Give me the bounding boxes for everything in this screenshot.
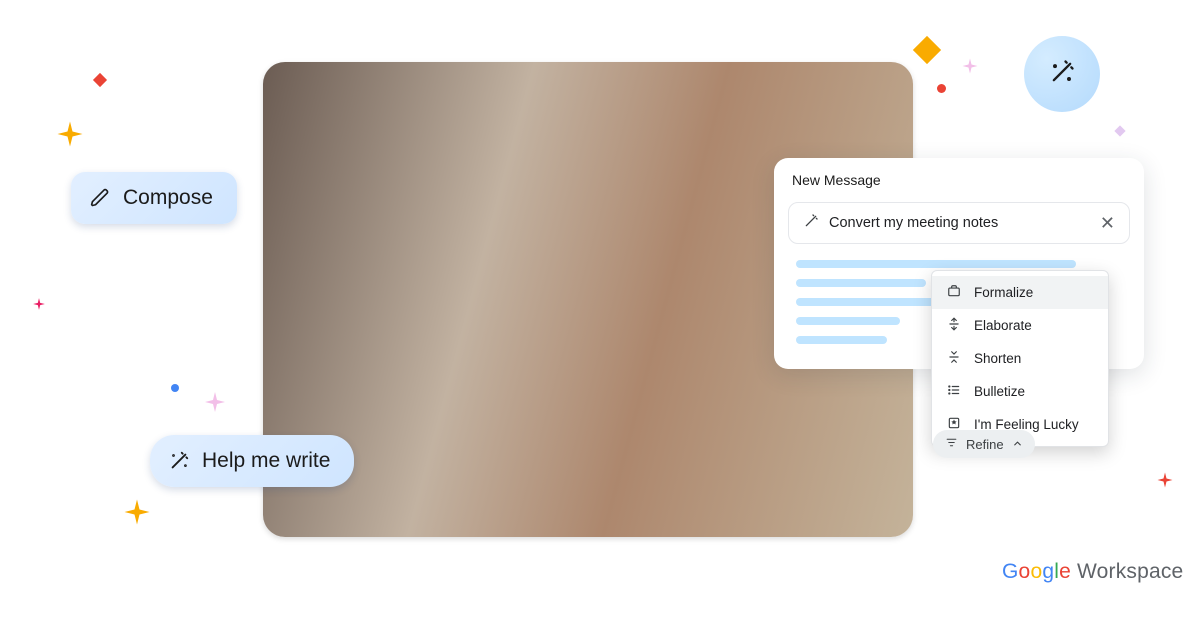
magic-wand-icon: [803, 213, 819, 233]
pencil-icon: [89, 187, 111, 209]
close-icon[interactable]: ✕: [1100, 214, 1115, 232]
magic-circle: [1024, 36, 1100, 112]
expand-icon: [946, 317, 962, 334]
panel-title: New Message: [774, 158, 1144, 196]
decorative-diamond: [1114, 125, 1125, 136]
prompt-input[interactable]: Convert my meeting notes ✕: [788, 202, 1130, 244]
filter-icon: [945, 436, 958, 452]
magic-wand-icon: [168, 450, 190, 472]
menu-item-bulletize[interactable]: Bulletize: [932, 375, 1108, 408]
briefcase-icon: [946, 284, 962, 301]
decorative-diamond: [913, 36, 941, 64]
menu-item-elaborate[interactable]: Elaborate: [932, 309, 1108, 342]
menu-item-label: Shorten: [974, 351, 1021, 366]
chevron-up-icon: [1012, 437, 1023, 452]
sparkle-icon: [961, 57, 979, 75]
sparkle-icon: [203, 390, 227, 414]
decorative-dot: [171, 384, 179, 392]
help-me-write-button[interactable]: Help me write: [150, 435, 354, 487]
decorative-diamond: [93, 73, 107, 87]
menu-item-label: Formalize: [974, 285, 1033, 300]
prompt-text: Convert my meeting notes: [829, 215, 998, 231]
refine-button[interactable]: Refine: [933, 430, 1035, 458]
compress-icon: [946, 350, 962, 367]
refine-label: Refine: [966, 437, 1004, 452]
list-icon: [946, 383, 962, 400]
menu-item-label: Bulletize: [974, 384, 1025, 399]
menu-item-label: Elaborate: [974, 318, 1032, 333]
magic-wand-icon: [1048, 58, 1076, 91]
sparkle-icon: [1156, 471, 1174, 489]
google-workspace-logo: Google Workspace: [1002, 560, 1183, 584]
menu-item-formalize[interactable]: Formalize: [932, 276, 1108, 309]
sparkle-icon: [122, 497, 152, 527]
help-me-write-label: Help me write: [202, 449, 330, 473]
refine-menu: Formalize Elaborate Shorten Bulletize I'…: [931, 270, 1109, 447]
workspace-text: Workspace: [1077, 560, 1183, 584]
compose-button[interactable]: Compose: [71, 172, 237, 224]
sparkle-icon: [55, 119, 85, 149]
sparkle-icon: [32, 297, 46, 311]
menu-item-shorten[interactable]: Shorten: [932, 342, 1108, 375]
compose-label: Compose: [123, 186, 213, 210]
decorative-dot: [937, 84, 946, 93]
